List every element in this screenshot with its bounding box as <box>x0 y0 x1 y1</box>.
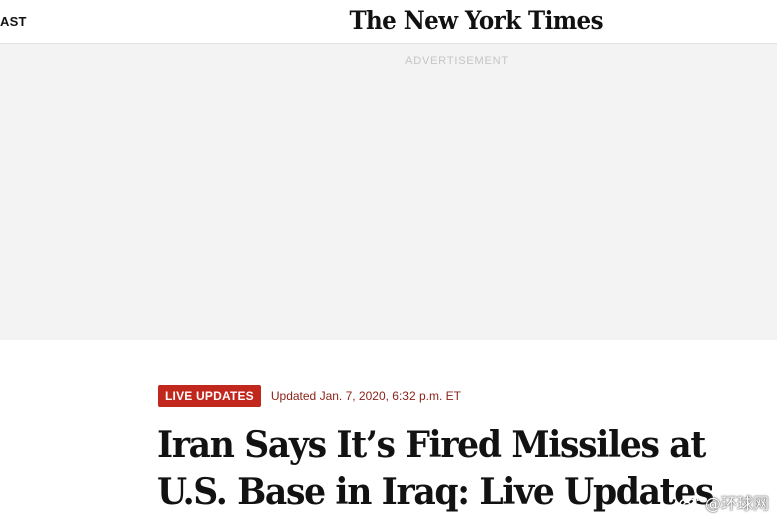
section-nav-label[interactable]: AST <box>0 14 27 29</box>
live-updates-badge[interactable]: LIVE UPDATES <box>158 385 261 407</box>
watermark-text: @环球网 <box>704 494 769 513</box>
advertisement-label: ADVERTISEMENT <box>405 55 509 67</box>
article-meta: LIVE UPDATES Updated Jan. 7, 2020, 6:32 … <box>158 385 461 407</box>
article-headline: Iran Says It’s Fired Missiles at U.S. Ba… <box>157 424 714 513</box>
top-bar: AST The New York Times <box>0 0 777 44</box>
weibo-watermark: @环球网 <box>679 490 769 514</box>
weibo-icon <box>679 495 699 511</box>
article-header: LIVE UPDATES Updated Jan. 7, 2020, 6:32 … <box>0 340 777 520</box>
updated-timestamp: Updated Jan. 7, 2020, 6:32 p.m. ET <box>270 389 461 403</box>
advertisement-slot: ADVERTISEMENT <box>0 44 777 340</box>
nyt-logo[interactable]: The New York Times <box>349 6 603 35</box>
